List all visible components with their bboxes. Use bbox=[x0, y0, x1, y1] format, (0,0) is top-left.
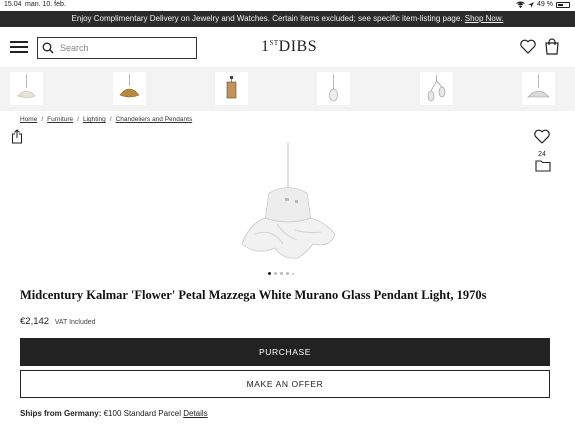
thumbnail-item[interactable] bbox=[420, 72, 453, 105]
search-box[interactable] bbox=[37, 37, 197, 59]
glass-drop-pendant-thumb-icon bbox=[329, 74, 338, 102]
breadcrumb-home[interactable]: Home bbox=[20, 116, 37, 123]
image-carousel-dots bbox=[268, 272, 294, 275]
purchase-button[interactable]: PURCHASE bbox=[20, 338, 550, 366]
twin-glass-pendant-thumb-icon bbox=[427, 75, 446, 102]
recently-viewed-strip bbox=[0, 67, 575, 111]
shipping-text: €100 Standard Parcel bbox=[103, 409, 181, 418]
lantern-pendant-thumb-icon bbox=[226, 76, 237, 99]
breadcrumb-furniture[interactable]: Furniture bbox=[47, 116, 73, 123]
product-price: €2,142 VAT Included bbox=[20, 316, 96, 327]
promo-link[interactable]: Shop Now. bbox=[465, 14, 504, 23]
status-time: 15.04 bbox=[4, 1, 22, 8]
carousel-dot[interactable] bbox=[280, 272, 283, 275]
site-logo[interactable]: 1STDIBS bbox=[261, 38, 317, 56]
battery-icon bbox=[556, 1, 570, 8]
breadcrumb-lighting[interactable]: Lighting bbox=[83, 116, 106, 123]
site-header: 1STDIBS bbox=[0, 27, 575, 67]
carousel-dot[interactable] bbox=[286, 272, 289, 275]
breadcrumb: Home / Furniture / Lighting / Chandelier… bbox=[20, 116, 192, 123]
thumbnail-item[interactable] bbox=[215, 72, 248, 105]
menu-icon[interactable] bbox=[10, 41, 28, 53]
status-right: 49 % bbox=[516, 1, 570, 8]
carousel-dot[interactable] bbox=[274, 272, 277, 275]
thumbnail-item[interactable] bbox=[10, 72, 43, 105]
search-input[interactable] bbox=[54, 43, 174, 53]
shipping-label: Ships from Germany: bbox=[20, 409, 102, 418]
folder-icon[interactable] bbox=[535, 159, 551, 172]
thumbnail-item[interactable] bbox=[522, 72, 555, 105]
share-icon[interactable] bbox=[11, 129, 23, 144]
carousel-dot[interactable] bbox=[268, 272, 271, 275]
shopping-bag-icon[interactable] bbox=[544, 38, 560, 55]
carousel-dot[interactable] bbox=[292, 272, 294, 275]
breadcrumb-separator: / bbox=[77, 116, 79, 123]
heart-icon bbox=[534, 129, 550, 144]
thumbnail-item[interactable] bbox=[113, 72, 146, 105]
status-date: man. 10. feb. bbox=[25, 1, 66, 8]
wifi-icon bbox=[516, 1, 525, 8]
shipping-info: Ships from Germany: €100 Standard Parcel… bbox=[20, 409, 208, 418]
battery-percent: 49 % bbox=[537, 1, 553, 8]
breadcrumb-separator: / bbox=[109, 116, 112, 123]
location-icon bbox=[528, 1, 535, 8]
promo-text: Enjoy Complimentary Delivery on Jewelry … bbox=[71, 14, 463, 23]
heart-icon[interactable] bbox=[520, 39, 536, 54]
shipping-details-link[interactable]: Details bbox=[183, 409, 207, 418]
status-bar: 15.04 man. 10. feb. 49 % bbox=[0, 0, 575, 11]
breadcrumb-separator: / bbox=[41, 116, 44, 123]
search-icon bbox=[42, 42, 54, 54]
product-image[interactable] bbox=[225, 138, 350, 268]
promo-banner: Enjoy Complimentary Delivery on Jewelry … bbox=[0, 11, 575, 27]
pendant-lamp-thumb-icon bbox=[17, 74, 36, 98]
favorite-count: 24 bbox=[538, 151, 546, 158]
vat-note: VAT Included bbox=[54, 319, 96, 326]
price-value: €2,142 bbox=[20, 316, 50, 327]
product-title: Midcentury Kalmar 'Flower' Petal Mazzega… bbox=[20, 288, 487, 302]
dome-pendant-thumb-icon bbox=[527, 74, 550, 98]
brass-pendant-thumb-icon bbox=[119, 74, 140, 98]
breadcrumb-chandeliers[interactable]: Chandeliers and Pendants bbox=[116, 116, 193, 123]
favorite-button[interactable]: 24 bbox=[534, 129, 550, 158]
thumbnail-item[interactable] bbox=[317, 72, 350, 105]
make-offer-button[interactable]: MAKE AN OFFER bbox=[20, 370, 550, 398]
